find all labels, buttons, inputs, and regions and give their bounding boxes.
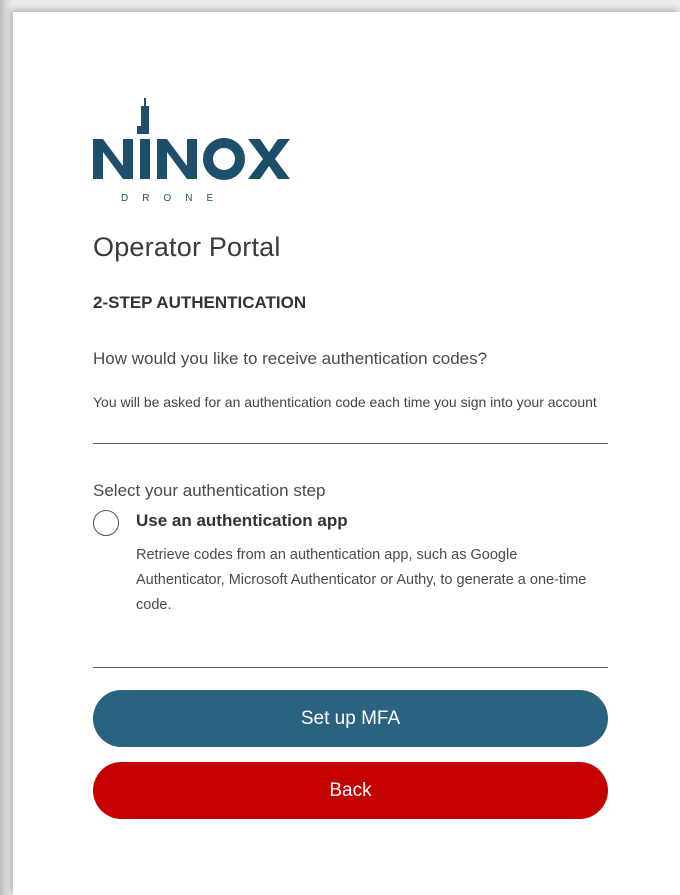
page-title: Operator Portal [93,232,281,262]
auth-app-option-title: Use an authentication app [136,511,348,530]
auth-card: DRONE Operator Portal 2-STEP AUTHENTICAT… [13,12,680,895]
divider-top [93,443,608,444]
logo-subtitle: DRONE [121,193,227,204]
ninox-logo-graphic: DRONE [93,98,290,204]
setup-mfa-button[interactable]: Set up MFA [93,690,608,747]
auth-app-radio[interactable] [93,510,119,536]
auth-app-option[interactable]: Use an authentication app Retrieve codes… [93,509,608,639]
window-frame: DRONE Operator Portal 2-STEP AUTHENTICAT… [0,0,680,895]
section-heading: 2-STEP AUTHENTICATION [93,293,307,312]
divider-bottom [93,667,608,668]
auth-hint: You will be asked for an authentication … [93,394,597,410]
auth-question: How would you like to receive authentica… [93,349,488,368]
back-button[interactable]: Back [93,762,608,819]
ninox-drone-logo: DRONE [93,94,293,214]
auth-app-option-description: Retrieve codes from an authentication ap… [136,547,587,613]
select-step-label: Select your authentication step [93,481,326,500]
